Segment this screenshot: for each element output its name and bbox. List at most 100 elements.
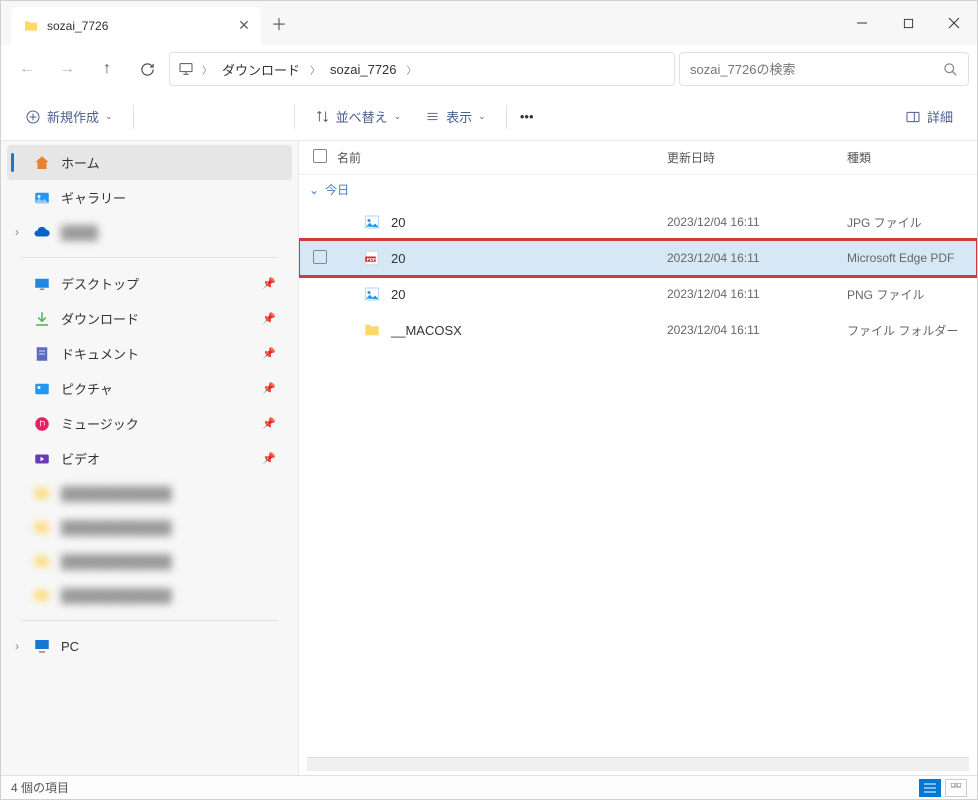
sidebar-item-videos[interactable]: ビデオ 📌 [1, 441, 298, 476]
sidebar-item-hidden[interactable]: ████████████ [1, 544, 298, 578]
tab-title: sozai_7726 [47, 19, 231, 33]
pin-icon: 📌 [262, 452, 276, 465]
new-button[interactable]: 新規作成 ⌄ [15, 100, 123, 134]
cloud-icon [33, 223, 51, 241]
sidebar-item-music[interactable]: ミュージック 📌 [1, 406, 298, 441]
chevron-down-icon: ⌄ [309, 183, 319, 197]
titlebar: sozai_7726 ✕ ＋ [1, 1, 977, 45]
search-input[interactable] [690, 62, 935, 77]
horizontal-scrollbar[interactable] [307, 757, 969, 771]
file-type: Microsoft Edge PDF [847, 251, 977, 265]
pin-icon: 📌 [262, 347, 276, 360]
sidebar-item-label: ギャラリー [61, 188, 126, 207]
sidebar-item-label: ████ [61, 225, 98, 240]
sort-button[interactable]: 並べ替え ⌄ [305, 100, 412, 134]
sidebar-item-label: ピクチャ [61, 379, 113, 398]
details-view-button[interactable] [919, 779, 941, 797]
chevron-down-icon: ⌄ [394, 111, 402, 122]
pin-icon: 📌 [262, 417, 276, 430]
column-name[interactable]: 名前 [337, 149, 667, 166]
share-button[interactable] [240, 108, 260, 126]
folder-icon [23, 18, 39, 34]
chevron-right-icon[interactable]: 〉 [407, 62, 417, 77]
sidebar-item-gallery[interactable]: ギャラリー [1, 180, 298, 215]
column-type[interactable]: 種類 [847, 149, 977, 166]
back-button[interactable]: ← [9, 51, 45, 87]
file-type-icon [363, 285, 381, 303]
file-row[interactable]: __MACOSX 2023/12/04 16:11 ファイル フォルダー [299, 312, 977, 348]
details-pane-icon [905, 109, 921, 125]
close-tab-icon[interactable]: ✕ [239, 21, 249, 31]
new-button-label: 新規作成 [47, 107, 99, 126]
paste-button[interactable] [192, 108, 212, 126]
sidebar-item-label: ミュージック [61, 414, 139, 433]
more-button[interactable]: ••• [517, 108, 537, 126]
view-icon [425, 109, 440, 124]
item-count: 4 個の項目 [11, 779, 69, 796]
sidebar-item-documents[interactable]: ドキュメント 📌 [1, 336, 298, 371]
sidebar-item-onedrive[interactable]: ████ [1, 215, 298, 249]
minimize-button[interactable] [839, 1, 885, 45]
file-date: 2023/12/04 16:11 [667, 251, 847, 265]
forward-button[interactable]: → [49, 51, 85, 87]
details-pane-button[interactable]: 詳細 [895, 100, 963, 134]
sidebar-item-home[interactable]: ホーム [7, 145, 292, 180]
view-button[interactable]: 表示 ⌄ [415, 100, 496, 134]
desktop-icon [33, 275, 51, 293]
file-date: 2023/12/04 16:11 [667, 215, 847, 229]
close-window-button[interactable] [931, 1, 977, 45]
pc-icon [33, 637, 51, 655]
chevron-down-icon: ⌄ [105, 111, 113, 122]
search-box[interactable] [679, 52, 969, 86]
sidebar-item-hidden[interactable]: ████████████ [1, 510, 298, 544]
chevron-right-icon[interactable]: 〉 [310, 62, 320, 77]
up-button[interactable]: ↑ [89, 51, 125, 87]
sidebar-item-downloads[interactable]: ダウンロード 📌 [1, 301, 298, 336]
file-row[interactable]: 20 2023/12/04 16:11 PNG ファイル [299, 276, 977, 312]
sidebar-item-pc[interactable]: PC [1, 629, 298, 663]
gallery-icon [33, 189, 51, 207]
toolbar: 新規作成 ⌄ A 並べ替え ⌄ 表示 ⌄ ••• 詳細 [1, 93, 977, 141]
rename-button[interactable]: A [216, 108, 236, 126]
sidebar-item-hidden[interactable]: ████████████ [1, 476, 298, 510]
column-date[interactable]: 更新日時 [667, 149, 847, 166]
row-checkbox[interactable] [313, 250, 327, 264]
sidebar-item-pictures[interactable]: ピクチャ 📌 [1, 371, 298, 406]
refresh-button[interactable] [129, 51, 165, 87]
file-date: 2023/12/04 16:11 [667, 323, 847, 337]
breadcrumb[interactable]: 〉 ダウンロード 〉 sozai_7726 〉 [169, 52, 675, 86]
navigation-bar: ← → ↑ 〉 ダウンロード 〉 sozai_7726 〉 [1, 45, 977, 93]
breadcrumb-item[interactable]: ダウンロード [216, 56, 306, 83]
maximize-button[interactable] [885, 1, 931, 45]
file-name: __MACOSX [391, 323, 462, 338]
icons-view-button[interactable] [945, 779, 967, 797]
music-icon [33, 415, 51, 433]
sidebar-item-hidden[interactable]: ████████████ [1, 578, 298, 612]
select-all-checkbox[interactable] [313, 149, 327, 163]
view-button-label: 表示 [446, 107, 472, 126]
file-row[interactable]: 20 2023/12/04 16:11 JPG ファイル [299, 204, 977, 240]
copy-button[interactable] [168, 108, 188, 126]
sidebar-item-label: ホーム [61, 153, 100, 172]
group-header[interactable]: ⌄ 今日 [299, 175, 977, 204]
file-list: 名前 更新日時 種類 ⌄ 今日 20 2023/12/04 16:11 JPG … [299, 141, 977, 775]
file-type-icon [363, 213, 381, 231]
sidebar-item-label: ビデオ [61, 449, 100, 468]
sidebar-item-label: PC [61, 639, 79, 654]
new-tab-button[interactable]: ＋ [261, 1, 297, 45]
delete-button[interactable] [264, 108, 284, 126]
breadcrumb-item[interactable]: sozai_7726 [324, 58, 403, 81]
chevron-right-icon[interactable]: 〉 [202, 62, 212, 77]
pin-icon: 📌 [262, 277, 276, 290]
document-icon [33, 345, 51, 363]
sort-icon [315, 109, 330, 124]
sidebar: ホーム ギャラリー ████ デスクトップ 📌 ダウンロード 📌 [1, 141, 299, 775]
sort-button-label: 並べ替え [336, 107, 388, 126]
sidebar-item-label: ドキュメント [61, 344, 139, 363]
file-type-icon [363, 321, 381, 339]
window-tab[interactable]: sozai_7726 ✕ [11, 7, 261, 45]
cut-button[interactable] [144, 108, 164, 126]
file-row[interactable]: PDF 20 2023/12/04 16:11 Microsoft Edge P… [299, 240, 977, 276]
file-type-icon: PDF [363, 249, 381, 267]
sidebar-item-desktop[interactable]: デスクトップ 📌 [1, 266, 298, 301]
